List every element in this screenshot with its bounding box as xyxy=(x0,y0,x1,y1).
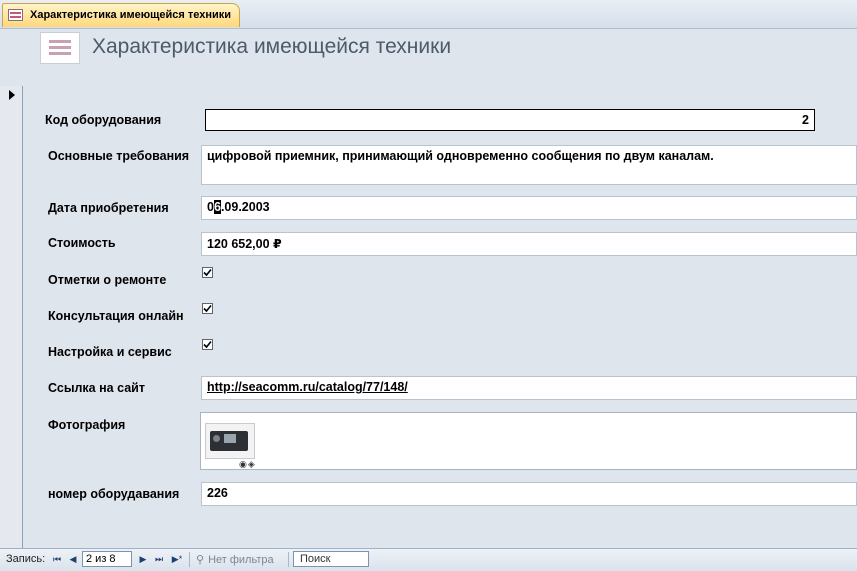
search-input[interactable]: Поиск xyxy=(293,551,369,567)
equipment-number-label: номер оборудавания xyxy=(48,487,180,501)
repair-marks-label: Отметки о ремонте xyxy=(48,273,167,287)
setup-service-checkbox[interactable] xyxy=(202,339,213,350)
equipment-number-field[interactable]: 226 xyxy=(201,482,857,506)
purchase-date-text-start: 0 xyxy=(207,200,214,214)
record-label: Запись: xyxy=(6,553,46,565)
record-selector[interactable] xyxy=(0,86,23,548)
filter-button[interactable]: ⚲ Нет фильтра xyxy=(196,553,274,566)
purchase-date-field[interactable]: 06.09.2003 xyxy=(201,196,857,220)
form-header: Характеристика имеющейся техники xyxy=(0,29,857,86)
filter-label: Нет фильтра xyxy=(208,554,274,566)
purchase-date-label: Дата приобретения xyxy=(48,201,169,215)
form-icon xyxy=(8,9,23,21)
checkmark-icon xyxy=(203,304,212,313)
next-record-icon[interactable]: ▶ xyxy=(138,553,148,565)
photo-label: Фотография xyxy=(48,418,126,432)
filter-funnel-icon: ⚲ xyxy=(196,554,205,566)
repair-marks-checkbox[interactable] xyxy=(202,267,213,278)
equipment-photo xyxy=(205,423,255,459)
checkmark-icon xyxy=(203,268,212,277)
text-cursor: 6 xyxy=(213,200,221,214)
equipment-code-field[interactable]: 2 xyxy=(205,109,815,131)
attachment-controls-icon[interactable]: ◉◈ xyxy=(239,459,256,470)
setup-service-label: Настройка и сервис xyxy=(48,345,172,359)
form-icon xyxy=(40,32,80,64)
form-title: Характеристика имеющейся техники xyxy=(92,35,452,58)
cost-label: Стоимость xyxy=(48,236,116,250)
site-link-field[interactable]: http://seacomm.ru/catalog/77/148/ xyxy=(201,376,857,400)
cost-field[interactable]: 120 652,00 ₽ xyxy=(201,232,857,256)
current-record-arrow-icon xyxy=(9,90,15,100)
nav-separator xyxy=(189,552,190,567)
document-tab-strip: Характеристика имеющейся техники xyxy=(0,0,857,29)
site-link[interactable]: http://seacomm.ru/catalog/77/148/ xyxy=(207,380,408,394)
equipment-code-label: Код оборудования xyxy=(45,113,162,127)
document-tab-label: Характеристика имеющейся техники xyxy=(30,9,232,21)
previous-record-icon[interactable]: ◀ xyxy=(68,553,78,565)
online-consult-checkbox[interactable] xyxy=(202,303,213,314)
access-form-window: Характеристика имеющейся техники Характе… xyxy=(0,0,857,571)
document-tab[interactable]: Характеристика имеющейся техники xyxy=(2,3,240,27)
form-detail: Код оборудования 2 Основные требования ц… xyxy=(23,86,857,548)
first-record-icon[interactable]: ⏮ xyxy=(52,553,62,565)
new-record-icon[interactable]: ▶* xyxy=(170,553,184,565)
last-record-icon[interactable]: ⏭ xyxy=(154,553,164,565)
record-position-input[interactable]: 2 из 8 xyxy=(82,551,132,567)
purchase-date-text-end: .09.2003 xyxy=(220,200,270,214)
photo-frame[interactable]: ◉◈ xyxy=(200,412,857,470)
record-navigation-bar: Запись: ⏮ ◀ 2 из 8 ▶ ⏭ ▶* ⚲ Нет фильтра П… xyxy=(0,548,857,571)
requirements-label: Основные требования xyxy=(48,149,190,163)
site-link-label: Ссылка на сайт xyxy=(48,381,145,395)
checkmark-icon xyxy=(203,340,212,349)
online-consult-label: Консультация онлайн xyxy=(48,309,184,323)
nav-separator xyxy=(288,552,289,567)
requirements-field[interactable]: цифровой приемник, принимающий одновреме… xyxy=(201,145,857,185)
